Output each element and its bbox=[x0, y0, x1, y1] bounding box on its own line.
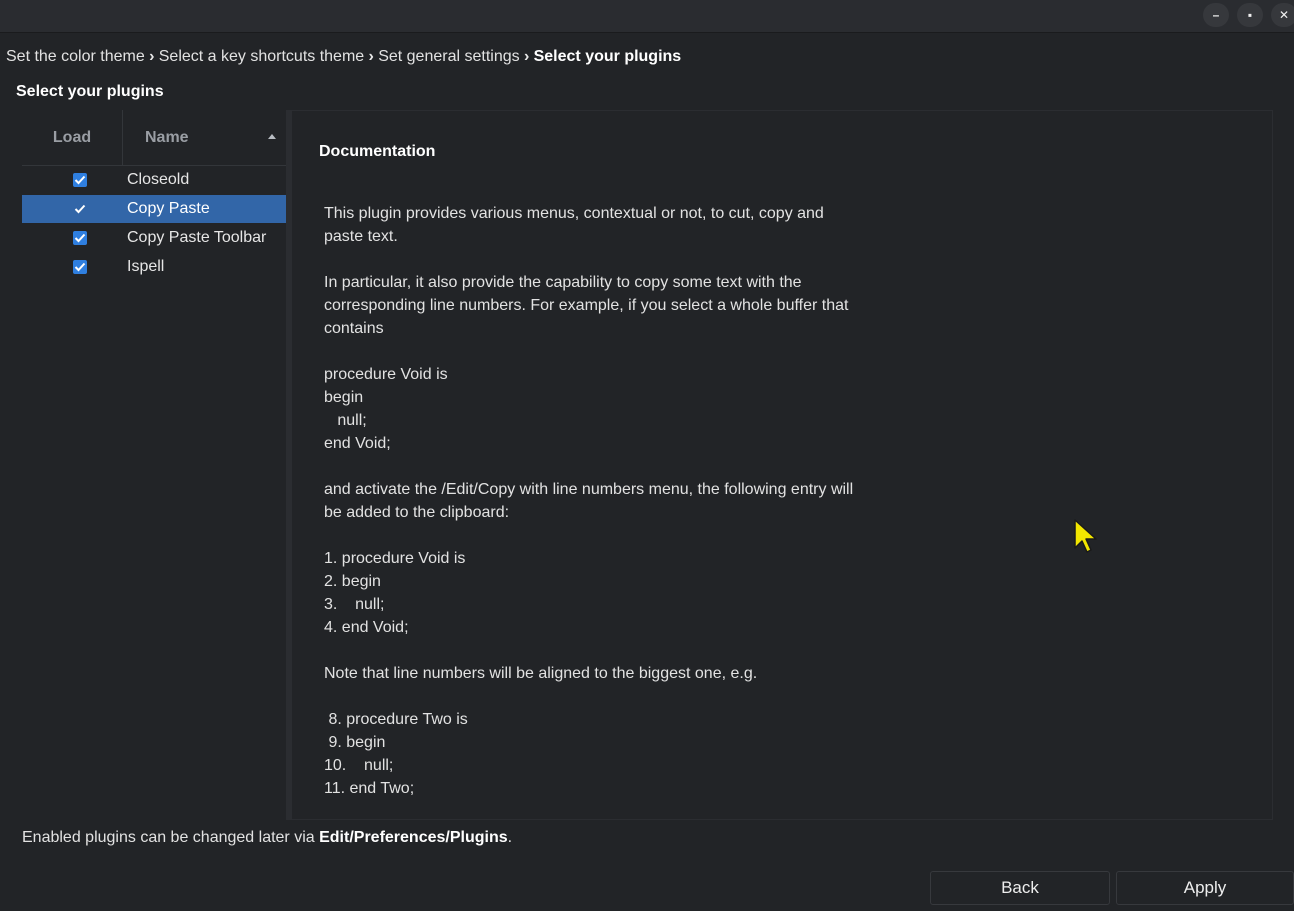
column-header-name-label: Name bbox=[145, 128, 189, 146]
apply-button[interactable]: Apply bbox=[1116, 871, 1294, 905]
plugin-name: Closeold bbox=[127, 171, 190, 188]
documentation-panel: Documentation This plugin provides vario… bbox=[291, 110, 1273, 820]
documentation-text: This plugin provides various menus, cont… bbox=[324, 205, 854, 797]
mouse-cursor-icon bbox=[1074, 519, 1097, 553]
documentation-heading: Documentation bbox=[319, 143, 436, 160]
plugin-row-closeold[interactable]: Closeold bbox=[22, 166, 286, 194]
breadcrumb-step-general-settings: Set general settings bbox=[378, 48, 520, 65]
plugin-row-copy-paste[interactable]: Copy Paste bbox=[22, 195, 286, 223]
back-button[interactable]: Back bbox=[930, 871, 1110, 905]
footer-note: Enabled plugins can be changed later via… bbox=[22, 829, 512, 847]
plugin-list-header: Load Name bbox=[22, 110, 286, 166]
footer-note-text: Enabled plugins can be changed later via bbox=[22, 829, 320, 846]
plugin-row-ispell[interactable]: Ispell bbox=[22, 253, 286, 281]
load-checkbox[interactable] bbox=[73, 260, 87, 274]
close-icon[interactable]: ✕ bbox=[1271, 3, 1294, 27]
breadcrumb-step-plugins: Select your plugins bbox=[533, 48, 682, 65]
plugin-name: Copy Paste bbox=[127, 200, 210, 217]
load-checkbox[interactable] bbox=[73, 231, 87, 245]
breadcrumb-step-key-shortcuts: Select a key shortcuts theme bbox=[158, 48, 365, 65]
breadcrumb: Set the color theme › Select a key short… bbox=[6, 46, 681, 68]
preferences-path: Edit/Preferences/Plugins bbox=[319, 829, 508, 846]
title-bar: – ▪ ✕ bbox=[0, 0, 1294, 33]
breadcrumb-step-color-theme: Set the color theme bbox=[6, 48, 145, 65]
chevron-right-icon: › bbox=[523, 48, 530, 65]
sort-ascending-icon bbox=[268, 134, 276, 139]
plugin-row-copy-paste-toolbar[interactable]: Copy Paste Toolbar bbox=[22, 224, 286, 252]
footer-note-suffix: . bbox=[507, 829, 513, 846]
plugin-name: Copy Paste Toolbar bbox=[127, 229, 267, 246]
minimize-icon[interactable]: – bbox=[1203, 3, 1229, 27]
load-checkbox[interactable] bbox=[73, 202, 87, 216]
plugin-list: Load Name Closeold Copy Paste Copy Paste… bbox=[22, 110, 286, 820]
page-title: Select your plugins bbox=[16, 83, 164, 100]
maximize-icon[interactable]: ▪ bbox=[1237, 3, 1263, 27]
column-header-name[interactable]: Name bbox=[123, 110, 286, 165]
chevron-right-icon: › bbox=[149, 48, 155, 65]
plugin-name: Ispell bbox=[127, 258, 165, 275]
load-checkbox[interactable] bbox=[73, 173, 87, 187]
column-header-load-label: Load bbox=[52, 128, 92, 146]
column-header-load[interactable]: Load bbox=[22, 110, 123, 165]
chevron-right-icon: › bbox=[368, 48, 374, 65]
